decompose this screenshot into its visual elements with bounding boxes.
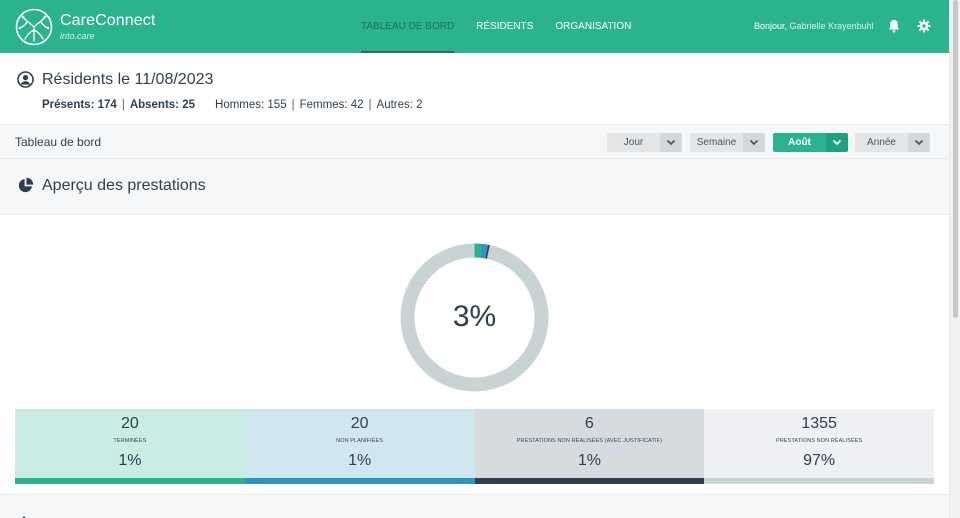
stat-non-planifiees[interactable]: 20 NON PLANIFIÉES 1%	[244, 409, 475, 484]
stat-percent: 1%	[348, 452, 372, 469]
dashboard-toolbar: Tableau de bord Jour Semaine Août Année	[0, 125, 949, 159]
stat-value: 20	[350, 415, 369, 432]
stat-caption: PRESTATIONS NON RÉALISÉES (AVEC JUSTIFIC…	[516, 438, 663, 444]
autres-count: Autres: 2	[376, 99, 423, 111]
chevron-down-icon	[908, 133, 930, 152]
stat-non-realisees[interactable]: 1355 PRESTATIONS NON RÉALISÉES 97%	[704, 409, 934, 484]
nav-tableau-de-bord[interactable]: TABLEAU DE BORD	[361, 0, 455, 53]
period-select-aout[interactable]: Août	[773, 133, 848, 152]
presents-value: 174	[97, 99, 117, 111]
stat-percent: 1%	[118, 452, 142, 469]
scrollbar-thumb[interactable]	[953, 0, 958, 318]
period-label: Année	[855, 133, 908, 152]
stat-value: 6	[584, 415, 594, 432]
pie-chart-icon	[18, 177, 34, 193]
donut-center-label: 3%	[452, 300, 497, 333]
app-window: CareConnect into.care TABLEAU DE BORD RÉ…	[0, 0, 949, 518]
period-label: Août	[773, 133, 826, 152]
residents-summary: Résidents le 11/08/2023 Présents: 174 | Ab…	[0, 53, 949, 125]
greeting-text: Bonjour,	[754, 21, 788, 31]
overview-header: Aperçu des prestations	[0, 159, 949, 215]
nav-organisation[interactable]: ORGANISATION	[555, 0, 631, 53]
period-label: Jour	[607, 133, 660, 152]
user-name: Gabrielle Krayenbuhl	[789, 21, 874, 31]
gear-icon[interactable]	[916, 18, 932, 34]
next-section-header	[0, 494, 949, 518]
stat-value: 1355	[801, 415, 837, 432]
stat-color-bar	[474, 478, 705, 484]
residents-title: Résidents le 11/08/2023	[42, 71, 214, 88]
absents-label: Absents:	[129, 99, 180, 111]
chevron-down-icon	[660, 133, 682, 152]
overview-title: Aperçu des prestations	[42, 177, 206, 194]
user-circle-icon	[17, 71, 34, 88]
absents-value: 25	[182, 99, 196, 111]
period-select-semaine[interactable]: Semaine	[690, 133, 765, 152]
stat-terminees[interactable]: 20 TERMINÉES 1%	[15, 409, 245, 484]
bell-icon[interactable]	[886, 18, 902, 34]
stat-color-bar	[704, 478, 934, 484]
residents-stats: Présents: 174 | Absents: 25 Hommes: 155 | Fem…	[42, 99, 423, 111]
user-greeting[interactable]: Bonjour, Gabrielle Krayenbuhl	[754, 21, 874, 31]
stat-color-bar	[15, 478, 245, 484]
hommes-count: Hommes: 155	[215, 99, 287, 111]
stat-color-bar	[244, 478, 475, 484]
stat-caption: PRESTATIONS NON RÉALISÉES	[775, 438, 863, 444]
brand[interactable]: CareConnect into.care	[60, 12, 155, 41]
dashboard-label: Tableau de bord	[15, 135, 102, 149]
femmes-count: Femmes: 42	[299, 99, 364, 111]
careconnect-logo-icon[interactable]	[15, 8, 53, 46]
period-select-annee[interactable]: Année	[855, 133, 930, 152]
period-label: Semaine	[690, 133, 743, 152]
top-navigation-bar: CareConnect into.care TABLEAU DE BORD RÉ…	[0, 0, 949, 53]
stat-caption: TERMINÉES	[113, 438, 147, 444]
period-select-jour[interactable]: Jour	[607, 133, 682, 152]
brand-subtitle: into.care	[60, 31, 95, 41]
chevron-down-icon	[743, 133, 765, 152]
stat-percent: 1%	[577, 452, 601, 469]
main-nav: TABLEAU DE BORD RÉSIDENTS ORGANISATION	[361, 0, 653, 53]
stat-non-realisees-justifiees[interactable]: 6 PRESTATIONS NON RÉALISÉES (AVEC JUSTIF…	[474, 409, 705, 484]
services-stats: 20 TERMINÉES 1% 20 NON PLANIFIÉES 1% 6 P…	[15, 409, 934, 484]
chevron-down-icon	[826, 133, 848, 152]
nav-residents[interactable]: RÉSIDENTS	[476, 0, 533, 53]
stat-value: 20	[120, 415, 139, 432]
stat-percent: 97%	[803, 452, 836, 469]
brand-name: CareConnect	[60, 12, 156, 29]
stat-caption: NON PLANIFIÉES	[336, 438, 384, 444]
presents-label: Présents:	[42, 99, 95, 111]
page-scrollbar[interactable]	[949, 0, 960, 518]
